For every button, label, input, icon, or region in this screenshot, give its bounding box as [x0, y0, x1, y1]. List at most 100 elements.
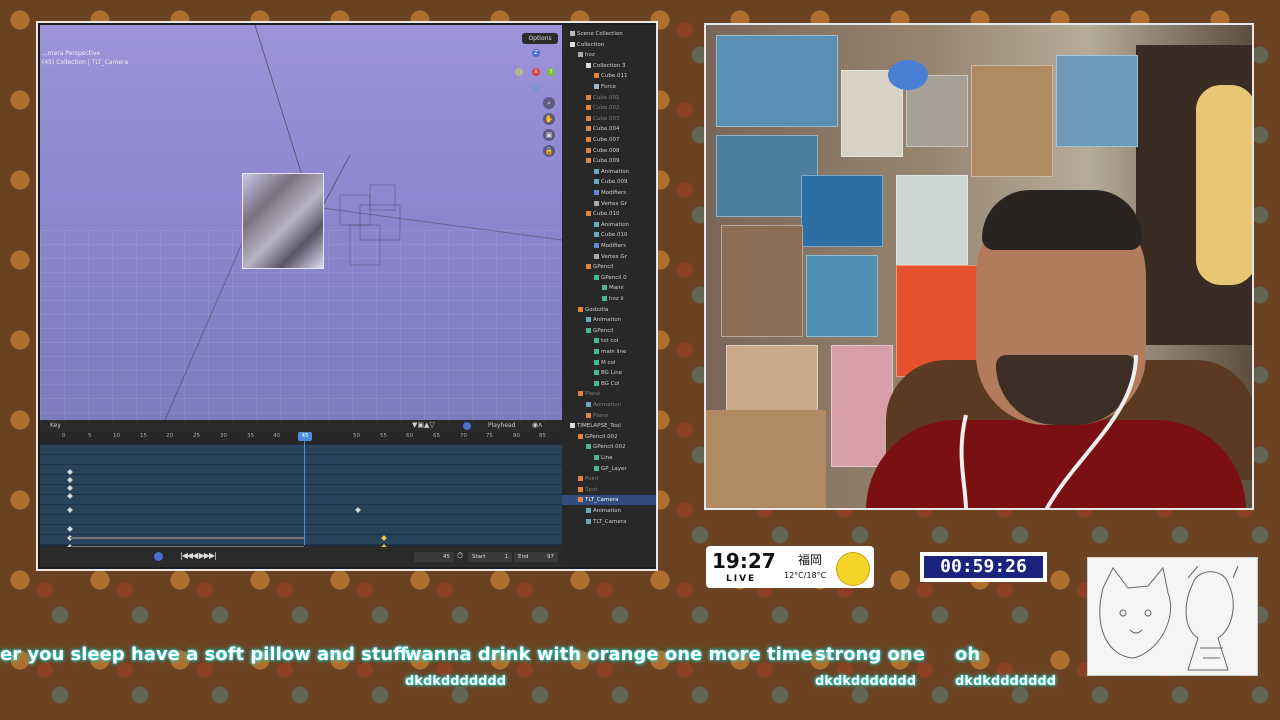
outliner-item[interactable]: Collection [562, 40, 604, 50]
snap-icon[interactable]: ◉ʌ [532, 421, 542, 429]
outliner-type-icon [594, 221, 599, 227]
outliner-item[interactable]: GPencil.002 [562, 432, 618, 442]
outliner-item[interactable]: Cube.004 [562, 124, 619, 134]
tick-label: 25 [193, 433, 200, 439]
tick-label: 10 [113, 433, 120, 439]
outliner-item[interactable]: GPencil [562, 326, 613, 336]
outliner-item-label: Modifiers [601, 243, 627, 249]
outliner-item[interactable]: hoz [562, 50, 595, 60]
end-frame-field[interactable]: End 97 [514, 552, 558, 562]
outliner-item[interactable]: Plane [562, 389, 600, 399]
outliner-item[interactable]: GPencil.0 [562, 273, 627, 283]
outliner-item[interactable]: Cube.002 [562, 103, 619, 113]
outliner-item[interactable]: Cube.001 [562, 93, 619, 103]
3d-viewport[interactable]: ...mera Perspective (45) Collection | TL… [40, 25, 562, 420]
camera-frame-object[interactable] [242, 173, 324, 269]
timeline-track[interactable] [40, 515, 562, 525]
start-value: 1 [504, 554, 509, 560]
start-frame-field[interactable]: Start 1 [468, 552, 512, 562]
outliner-item-label: Plane [593, 412, 609, 419]
outliner-type-icon [594, 338, 599, 344]
outliner-type-icon [586, 412, 591, 418]
outliner-item-label: Force [601, 84, 616, 90]
outliner-item-label: Point [585, 476, 599, 483]
outliner-item[interactable]: Animation [562, 167, 629, 177]
outliner-type-icon [586, 105, 591, 111]
outliner-item[interactable]: BG Line [562, 368, 622, 378]
outliner-item[interactable]: Vertex Gr [562, 252, 627, 262]
outliner-item[interactable]: Maini [562, 283, 624, 293]
outliner-item[interactable]: Force [562, 82, 616, 92]
outliner-item[interactable]: Collection 3 [562, 61, 625, 71]
outliner-item[interactable]: Cube.010 [562, 209, 619, 219]
outliner-type-icon [594, 243, 599, 248]
outliner-item[interactable]: Animation [562, 315, 621, 325]
outliner-item[interactable]: Cube.003 [562, 114, 619, 124]
wall-photo [801, 175, 883, 247]
filter-icons[interactable]: ▼▣▲▽ [412, 421, 435, 429]
outliner-item[interactable]: Cube.010 [562, 230, 627, 240]
timeline-track[interactable] [40, 475, 562, 485]
outliner-item[interactable]: Spot [562, 485, 598, 495]
outliner-item[interactable]: TLT_Camera [562, 495, 656, 506]
outliner-item[interactable]: Line [562, 453, 612, 463]
outliner-item[interactable]: main line [562, 347, 626, 357]
outliner-item[interactable]: BG Col [562, 379, 619, 389]
timeline-track[interactable] [40, 495, 562, 505]
timeline-track[interactable] [40, 465, 562, 475]
outliner-item-label: Animation [601, 221, 630, 228]
outliner-item[interactable]: TIMELAPSE_Tool [562, 421, 621, 431]
outliner-item[interactable]: Vertex Gr [562, 199, 627, 209]
end-value: 97 [547, 554, 554, 560]
outliner-item[interactable]: GPencil.002 [562, 442, 626, 452]
outliner-type-icon [578, 497, 583, 503]
outliner-item[interactable]: GPencil [562, 262, 613, 272]
playhead-menu[interactable]: Playhead [488, 422, 516, 429]
outliner-item[interactable]: Plane [562, 411, 608, 421]
outliner-item[interactable]: Modifiers [562, 188, 626, 198]
sync-icon[interactable] [463, 422, 471, 430]
outliner-item[interactable]: Cube.009 [562, 156, 619, 166]
outliner-item[interactable]: Animation [562, 220, 629, 230]
outliner-item[interactable]: Animation [562, 400, 621, 410]
timeline-track[interactable] [40, 445, 562, 455]
current-frame-field[interactable]: 45 [414, 552, 454, 562]
outliner-item[interactable]: Cube.009 [562, 177, 627, 187]
outliner-item[interactable]: Cube.008 [562, 146, 619, 156]
tick-label: 55 [380, 433, 387, 439]
outliner-type-icon [586, 264, 591, 270]
webcam-feed [704, 23, 1254, 510]
timeline-track[interactable] [40, 455, 562, 465]
tick-label: 35 [247, 433, 254, 439]
live-label: LIVE [726, 574, 757, 584]
outliner-item[interactable]: Point [562, 474, 599, 484]
outliner-type-icon [570, 31, 575, 36]
outliner-item[interactable]: Cube.007 [562, 135, 619, 145]
outliner-item[interactable]: Godzzila [562, 305, 608, 315]
outliner-item[interactable]: TLT_Camera [562, 517, 626, 527]
timeline-track[interactable] [40, 505, 562, 515]
outliner-type-icon [578, 391, 583, 397]
outliner-item-label: Animation [593, 508, 622, 514]
outliner-item[interactable]: Cube.011 [562, 71, 627, 81]
outliner-item[interactable]: M col [562, 358, 615, 368]
playhead-line[interactable] [304, 432, 305, 545]
timeline-track[interactable] [40, 525, 562, 535]
record-icon[interactable] [154, 552, 163, 561]
outliner-item[interactable]: txt col [562, 336, 618, 346]
outliner-type-icon [594, 274, 599, 280]
transport-buttons[interactable]: |◀◀◀ ▶▶▶| [180, 551, 217, 560]
timeline-track[interactable] [40, 485, 562, 495]
outliner-item-label: main line [601, 349, 627, 355]
stopwatch-icon[interactable]: ⏱ [457, 551, 463, 561]
outliner-type-icon [586, 508, 591, 513]
outliner-item[interactable]: Scene Collection [562, 29, 623, 39]
outliner-item[interactable]: hoz li [562, 294, 624, 304]
outliner-item[interactable]: GP_Layer [562, 464, 627, 474]
outliner-item[interactable]: Animation [562, 506, 621, 516]
playhead-frame-label[interactable]: 45 [298, 432, 312, 441]
outliner-panel: Scene Collection Collection hoz Collection … [562, 25, 656, 567]
outliner-item[interactable]: Modifiers [562, 241, 626, 251]
outliner-item-label: Collection [577, 41, 605, 48]
outliner-item-label: Cube.011 [601, 73, 628, 80]
